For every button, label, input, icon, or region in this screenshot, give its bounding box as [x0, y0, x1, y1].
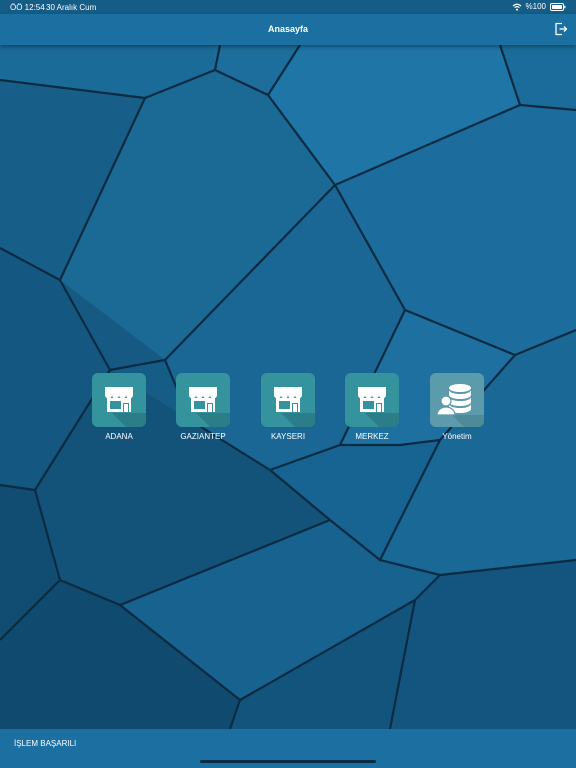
tile-kayseri[interactable]: KAYSERI — [248, 373, 328, 441]
store-icon — [345, 373, 399, 427]
branch-tiles: ADANA GAZIANTEP KAYSERI MERKEZ Yönetim — [0, 373, 576, 445]
home-screen: ÖÖ 12:54 30 Aralık Cum %100 Anasayfa ADA… — [0, 0, 576, 768]
wifi-icon — [512, 3, 521, 11]
tile-label: MERKEZ — [355, 432, 389, 441]
tile-label: KAYSERI — [270, 432, 306, 441]
home-indicator[interactable] — [200, 760, 376, 763]
tile-merkez[interactable]: MERKEZ — [332, 373, 412, 441]
store-icon — [92, 373, 146, 427]
store-icon — [176, 373, 230, 427]
status-date: 30 Aralık Cum — [46, 3, 97, 12]
database-user-icon — [430, 373, 484, 427]
status-indicators: %100 — [512, 2, 566, 11]
tile-yonetim[interactable]: Yönetim — [417, 373, 497, 441]
status-bar: ÖÖ 12:54 30 Aralık Cum %100 — [0, 0, 576, 14]
tile-gaziantep[interactable]: GAZIANTEP — [163, 373, 243, 441]
status-time: ÖÖ 12:54 — [10, 3, 45, 12]
battery-icon — [550, 2, 566, 11]
tile-label: ADANA — [105, 432, 133, 441]
tile-label: Yönetim — [442, 432, 472, 441]
tile-label: GAZIANTEP — [180, 432, 226, 441]
status-message: İŞLEM BAŞARILI — [14, 739, 77, 748]
store-icon — [261, 373, 315, 427]
battery-percent: %100 — [525, 2, 546, 11]
page-title: Anasayfa — [267, 24, 309, 34]
logout-icon[interactable] — [554, 22, 568, 36]
navigation-bar: Anasayfa — [0, 14, 576, 45]
status-message-bar: İŞLEM BAŞARILI — [0, 729, 576, 768]
tile-adana[interactable]: ADANA — [79, 373, 159, 441]
